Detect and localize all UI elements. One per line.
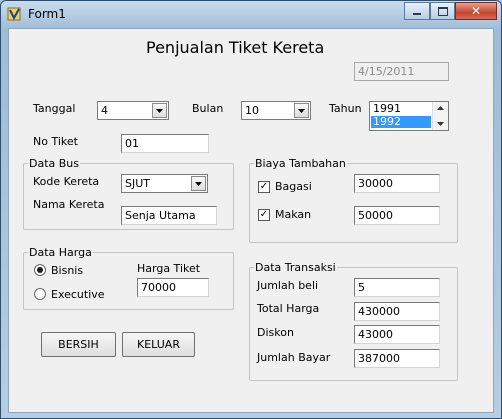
maximize-button[interactable] [430, 2, 455, 20]
kode-kereta-label: Kode Kereta [33, 175, 100, 188]
jumlah-beli-label: Jumlah beli [257, 279, 319, 292]
bagasi-checkbox[interactable]: ✓ [258, 181, 270, 193]
executive-label: Executive [51, 288, 105, 301]
nama-kereta-field[interactable]: Senja Utama [121, 206, 217, 225]
bisnis-radio[interactable] [34, 264, 46, 276]
jumlah-bayar-field[interactable]: 387000 [354, 349, 440, 368]
tanggal-value: 4 [101, 104, 108, 117]
executive-radio[interactable] [34, 288, 46, 300]
form-client-area: Penjualan Tiket Kereta 4/15/2011 Tanggal… [8, 28, 494, 413]
scroll-up-icon [437, 106, 444, 110]
bersih-button[interactable]: BERSIH [41, 332, 116, 357]
window-title: Form1 [28, 7, 66, 21]
chevron-down-icon [195, 181, 202, 186]
kode-kereta-value: SJUT [125, 177, 150, 190]
data-transaksi-title: Data Transaksi [254, 261, 337, 274]
bulan-combo[interactable]: 10 [241, 101, 311, 120]
makan-label: Makan [275, 208, 312, 221]
diskon-label: Diskon [257, 326, 294, 339]
tanggal-dropdown-button[interactable] [152, 103, 167, 118]
harga-tiket-field[interactable]: 70000 [137, 278, 209, 297]
no-tiket-field[interactable]: 01 [121, 134, 209, 153]
tahun-item-selected[interactable]: 1992 [371, 116, 431, 128]
tahun-listbox[interactable]: 1991 1992 1993 [369, 101, 449, 131]
jumlah-beli-field[interactable]: 5 [354, 278, 440, 297]
total-harga-label: Total Harga [257, 302, 320, 315]
bagasi-field[interactable]: 30000 [354, 174, 440, 193]
makan-checkbox[interactable]: ✓ [258, 209, 270, 221]
keluar-button[interactable]: KELUAR [122, 332, 195, 357]
jumlah-bayar-label: Jumlah Bayar [257, 351, 331, 364]
vb-app-icon[interactable] [7, 6, 23, 22]
tanggal-label: Tanggal [33, 102, 76, 115]
kode-kereta-combo[interactable]: SJUT [121, 174, 208, 193]
harga-tiket-label: Harga Tiket [137, 262, 201, 275]
form1-window: Form1 ✕ Penjualan Tiket Kereta 4/15/2011… [0, 0, 502, 419]
maximize-icon [437, 6, 448, 16]
data-harga-title: Data Harga [28, 246, 93, 259]
tahun-scrollbar[interactable] [432, 102, 448, 130]
kode-kereta-dropdown-button[interactable] [191, 176, 206, 191]
biaya-tambahan-title: Biaya Tambahan [254, 157, 347, 170]
chevron-down-icon [298, 108, 305, 113]
tanggal-combo[interactable]: 4 [97, 101, 169, 120]
nama-kereta-label: Nama Kereta [33, 198, 105, 211]
bulan-label: Bulan [192, 102, 224, 115]
date-display-field: 4/15/2011 [354, 62, 449, 81]
diskon-field[interactable]: 43000 [354, 325, 440, 344]
minimize-icon [413, 13, 421, 15]
total-harga-field[interactable]: 430000 [354, 302, 440, 321]
radio-selected-dot [37, 267, 43, 273]
no-tiket-label: No Tiket [33, 135, 78, 148]
tahun-label: Tahun [329, 102, 362, 115]
title-bar[interactable]: Form1 ✕ [1, 1, 501, 28]
bagasi-label: Bagasi [275, 180, 312, 193]
close-button[interactable]: ✕ [455, 2, 497, 20]
data-bus-title: Data Bus [28, 157, 81, 170]
chevron-down-icon [156, 108, 163, 113]
checkmark-icon: ✓ [259, 209, 269, 220]
minimize-button[interactable] [404, 2, 430, 20]
page-title: Penjualan Tiket Kereta [146, 38, 325, 57]
tahun-item[interactable]: 1993 [371, 129, 433, 131]
makan-field[interactable]: 50000 [354, 206, 440, 225]
scroll-down-icon [437, 122, 444, 126]
checkmark-icon: ✓ [259, 181, 269, 192]
close-icon: ✕ [470, 4, 482, 18]
bulan-value: 10 [245, 104, 259, 117]
tahun-item[interactable]: 1991 [371, 103, 433, 115]
bulan-dropdown-button[interactable] [294, 103, 309, 118]
bisnis-label: Bisnis [51, 264, 84, 277]
